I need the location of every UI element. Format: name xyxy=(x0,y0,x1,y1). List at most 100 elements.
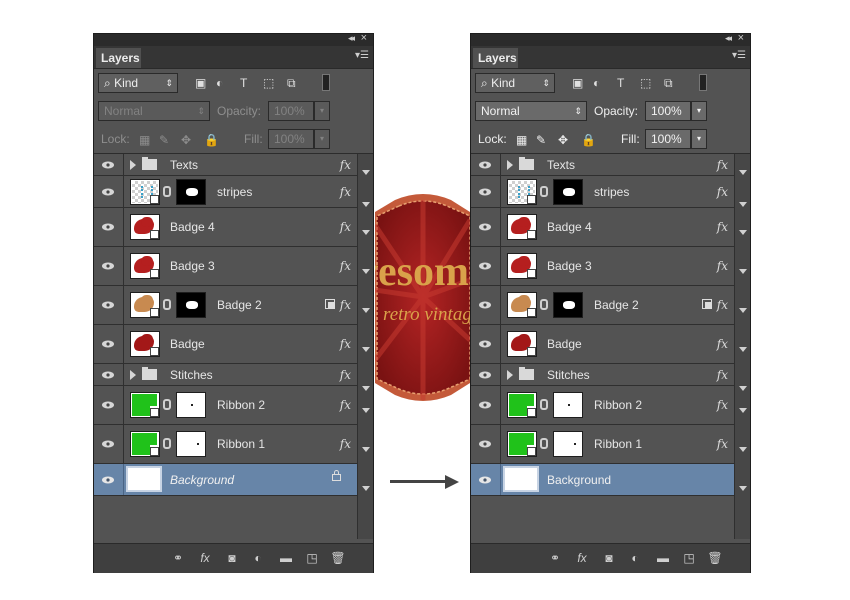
lock-brush-icon[interactable]: ✎ xyxy=(536,134,546,146)
scroll-arrow-icon[interactable] xyxy=(739,347,747,352)
layer-row[interactable]: Ribbon 2 fx xyxy=(94,386,357,425)
fx-icon[interactable]: fx xyxy=(717,336,728,352)
adjustment-layer-icon[interactable]: ◐ xyxy=(250,551,266,565)
layer-thumbnail[interactable] xyxy=(507,178,537,205)
lock-all-icon[interactable]: 🔒 xyxy=(204,134,219,146)
scroll-arrow-icon[interactable] xyxy=(739,202,747,207)
scroll-arrow-icon[interactable] xyxy=(739,386,747,391)
scroll-arrow-icon[interactable] xyxy=(739,447,747,452)
layer-thumbnail[interactable] xyxy=(507,292,537,318)
link-chain-icon[interactable] xyxy=(163,299,171,310)
layer-mask-thumbnail[interactable] xyxy=(553,392,583,418)
fx-icon[interactable]: fx xyxy=(340,258,351,274)
link-chain-icon[interactable] xyxy=(163,399,171,410)
layer-row[interactable]: stripes fx xyxy=(94,176,357,208)
layer-thumbnail[interactable] xyxy=(126,466,162,492)
scroll-arrow-icon[interactable] xyxy=(362,170,370,175)
panel-menu-icon[interactable]: ▾☰ xyxy=(732,50,746,61)
close-icon[interactable]: × xyxy=(738,32,744,44)
new-group-icon[interactable]: ▬ xyxy=(655,551,671,565)
layer-row[interactable]: Badge fx xyxy=(471,325,734,364)
layer-thumbnail[interactable] xyxy=(130,253,160,279)
scroll-arrow-icon[interactable] xyxy=(362,447,370,452)
link-chain-icon[interactable] xyxy=(540,399,548,410)
scroll-arrow-icon[interactable] xyxy=(362,202,370,207)
add-style-icon[interactable]: fx xyxy=(197,551,213,565)
link-chain-icon[interactable] xyxy=(540,185,548,197)
fx-icon[interactable]: fx xyxy=(717,219,728,235)
visibility-eye-icon[interactable] xyxy=(471,464,501,495)
visibility-eye-icon[interactable] xyxy=(94,425,124,463)
scroll-arrow-icon[interactable] xyxy=(362,347,370,352)
tab-layers[interactable]: Layers xyxy=(96,48,141,68)
image-filter-icon[interactable]: ▣ xyxy=(195,77,206,89)
blend-mode-dropdown[interactable]: Normal ⇕ xyxy=(98,101,210,121)
layer-mask-thumbnail[interactable] xyxy=(176,292,206,318)
fx-icon[interactable]: fx xyxy=(340,157,351,173)
layer-thumbnail[interactable] xyxy=(130,214,160,240)
layer-mask-thumbnail[interactable] xyxy=(553,292,583,318)
filter-kind-dropdown[interactable]: ⌕ Kind ⇕ xyxy=(475,73,555,93)
layer-mask-thumbnail[interactable] xyxy=(176,178,206,205)
layer-row[interactable]: stripes fx xyxy=(471,176,734,208)
opacity-input[interactable]: 100% xyxy=(645,101,691,121)
visibility-eye-icon[interactable] xyxy=(94,364,124,385)
layer-thumbnail[interactable] xyxy=(130,178,160,205)
fx-icon[interactable]: fx xyxy=(717,297,728,313)
visibility-eye-icon[interactable] xyxy=(94,464,124,495)
visibility-eye-icon[interactable] xyxy=(471,386,501,424)
layer-styles-icon[interactable] xyxy=(702,299,712,309)
visibility-eye-icon[interactable] xyxy=(471,425,501,463)
layer-row[interactable]: Ribbon 1 fx xyxy=(94,425,357,464)
smart-object-filter-icon[interactable]: ⧉ xyxy=(664,77,673,89)
visibility-eye-icon[interactable] xyxy=(471,286,501,324)
layer-row[interactable]: Badge 3 fx xyxy=(94,247,357,286)
type-filter-icon[interactable]: T xyxy=(617,77,624,89)
link-layers-icon[interactable]: ⚭ xyxy=(170,551,186,565)
lock-icon[interactable] xyxy=(332,469,341,481)
fx-icon[interactable]: fx xyxy=(717,367,728,383)
trash-icon[interactable]: 🗑 xyxy=(330,551,346,565)
new-layer-icon[interactable]: ◳ xyxy=(681,551,697,565)
visibility-eye-icon[interactable] xyxy=(471,154,501,175)
layer-thumbnail[interactable] xyxy=(130,331,160,357)
layer-thumbnail[interactable] xyxy=(130,292,160,318)
add-mask-icon[interactable]: ◙ xyxy=(224,551,240,565)
scrollbar[interactable] xyxy=(357,154,373,539)
lock-all-icon[interactable]: 🔒 xyxy=(581,134,596,146)
visibility-eye-icon[interactable] xyxy=(94,208,124,246)
layer-mask-thumbnail[interactable] xyxy=(553,178,583,205)
visibility-eye-icon[interactable] xyxy=(471,247,501,285)
layer-thumbnail[interactable] xyxy=(507,392,537,418)
fx-icon[interactable]: fx xyxy=(340,367,351,383)
adjustment-layer-icon[interactable]: ◐ xyxy=(627,551,643,565)
add-mask-icon[interactable]: ◙ xyxy=(601,551,617,565)
tab-layers[interactable]: Layers xyxy=(473,48,518,68)
shape-filter-icon[interactable]: ⬚ xyxy=(263,77,274,89)
fx-icon[interactable]: fx xyxy=(717,397,728,413)
add-style-icon[interactable]: fx xyxy=(574,551,590,565)
layer-row[interactable]: Ribbon 1 fx xyxy=(471,425,734,464)
fill-dropdown-button[interactable]: ▾ xyxy=(691,129,707,149)
trash-icon[interactable]: 🗑 xyxy=(707,551,723,565)
layer-styles-icon[interactable] xyxy=(325,299,335,309)
layer-row-selected[interactable]: Background xyxy=(94,464,357,496)
layer-thumbnail[interactable] xyxy=(507,331,537,357)
filter-toggle[interactable] xyxy=(699,74,707,91)
fx-icon[interactable]: fx xyxy=(717,436,728,452)
layer-row[interactable]: Badge 4 fx xyxy=(94,208,357,247)
lock-move-icon[interactable]: ✥ xyxy=(181,134,191,146)
opacity-dropdown-button[interactable]: ▾ xyxy=(691,101,707,121)
layer-group[interactable]: Stitches fx xyxy=(94,364,357,386)
layer-row[interactable]: Ribbon 2 fx xyxy=(471,386,734,425)
opacity-input[interactable]: 100% xyxy=(268,101,314,121)
blend-mode-dropdown[interactable]: Normal ⇕ xyxy=(475,101,587,121)
scrollbar[interactable] xyxy=(734,154,750,539)
shape-filter-icon[interactable]: ⬚ xyxy=(640,77,651,89)
layer-mask-thumbnail[interactable] xyxy=(176,431,206,457)
link-chain-icon[interactable] xyxy=(163,185,171,197)
fill-input[interactable]: 100% xyxy=(645,129,691,149)
fx-icon[interactable]: fx xyxy=(340,336,351,352)
lock-transparent-icon[interactable]: ▦ xyxy=(139,134,150,146)
link-chain-icon[interactable] xyxy=(163,438,171,449)
